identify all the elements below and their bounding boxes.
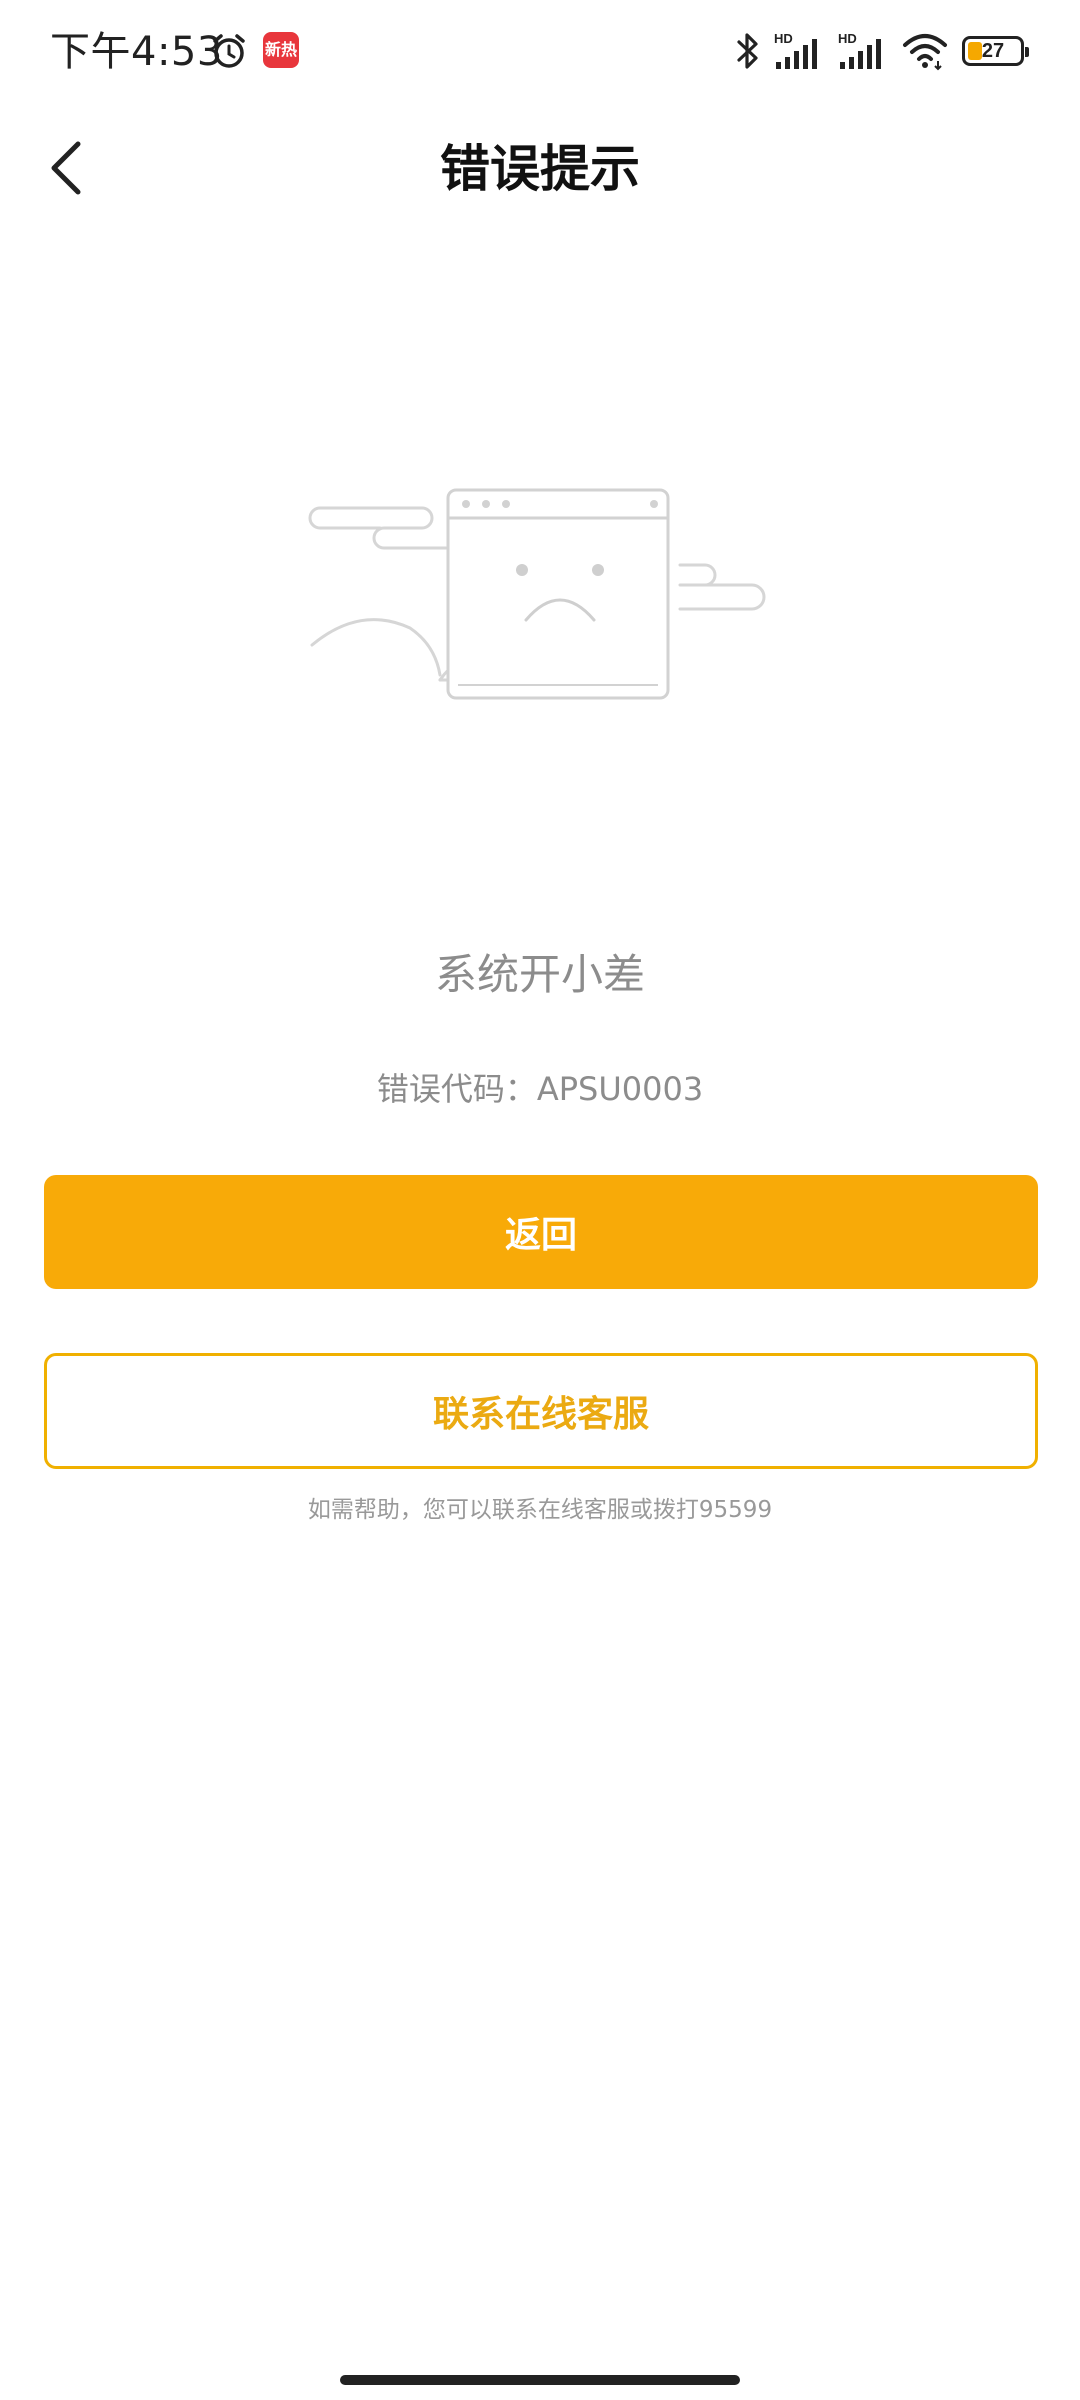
wifi-icon [903, 34, 947, 71]
news-badge-label: 新热 [264, 40, 297, 59]
bluetooth-icon [737, 33, 758, 69]
page-title: 错误提示 [440, 140, 640, 198]
contact-support-button[interactable]: 联系在线客服 [44, 1353, 1038, 1469]
battery-percent: 27 [981, 39, 1005, 62]
page-header: 错误提示 [0, 104, 1080, 234]
hd-signal-icon: HD [774, 31, 817, 69]
svg-text:HD: HD [838, 31, 857, 46]
hd-signal-icon: HD [838, 31, 881, 69]
news-app-icon: 新热 [263, 32, 299, 68]
svg-text:HD: HD [774, 31, 793, 46]
error-code: 错误代码：APSU0003 [376, 1070, 704, 1108]
battery-cap [1025, 47, 1029, 57]
battery-level [968, 42, 982, 60]
return-button[interactable]: 返回 [44, 1175, 1038, 1289]
error-title: 系统开小差 [434, 950, 645, 999]
help-text: 如需帮助，您可以联系在线客服或拨打95599 [307, 1497, 773, 1523]
status-time: 下午4:53 [50, 29, 223, 75]
alarm-icon [213, 34, 245, 68]
battery-icon: 27 [962, 36, 1029, 66]
status-icons: HD HD 27 [736, 28, 1029, 74]
sad-browser-window-illustration [308, 488, 766, 700]
home-indicator[interactable] [340, 2375, 740, 2385]
browser-window [446, 488, 670, 700]
status-bar: 下午4:53 新热 HD HD 27 [0, 0, 1080, 104]
